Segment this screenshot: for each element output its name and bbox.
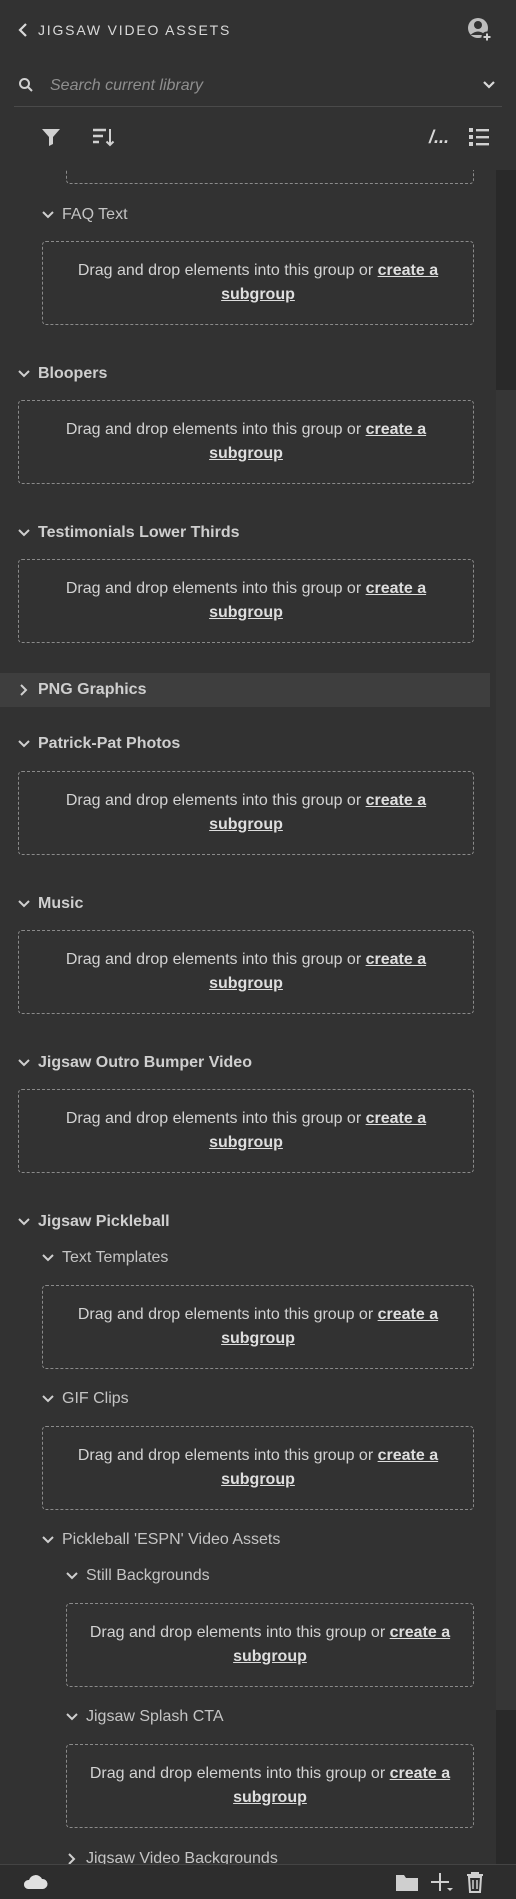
add-icon[interactable] <box>428 1871 454 1893</box>
scrollbar-thumb[interactable] <box>496 390 516 1710</box>
chevron-down-icon <box>16 1214 32 1230</box>
title-row: JIGSAW VIDEO ASSETS <box>0 0 516 60</box>
dropzone: Drag and drop elements into this group o… <box>66 1744 474 1828</box>
dropzone: Drag and drop elements into this group o… <box>42 241 474 325</box>
dropzone-text: Drag and drop elements into this group o… <box>65 792 366 809</box>
library-header: JIGSAW VIDEO ASSETS Search current libra… <box>0 0 516 168</box>
chevron-right-icon <box>64 1851 80 1864</box>
dropzone-text: Drag and drop elements into this group o… <box>65 1110 366 1127</box>
group-outro-bumper-video[interactable]: Jigsaw Outro Bumper Video <box>16 1050 252 1076</box>
chevron-down-icon <box>40 1391 56 1407</box>
trash-icon[interactable] <box>462 1871 488 1893</box>
new-folder-icon[interactable] <box>394 1871 420 1893</box>
dropzone-text: Drag and drop elements into this group o… <box>77 262 378 279</box>
library-title: JIGSAW VIDEO ASSETS <box>38 22 232 38</box>
chevron-down-icon <box>16 896 32 912</box>
group-still-backgrounds[interactable]: Still Backgrounds <box>64 1563 210 1589</box>
list-view-icon[interactable] <box>464 122 494 152</box>
group-label: Still Backgrounds <box>86 1567 210 1584</box>
dropzone-text: Drag and drop elements into this group o… <box>65 421 366 438</box>
group-label: PNG Graphics <box>38 681 147 698</box>
chevron-down-icon <box>64 1568 80 1584</box>
chevron-down-icon <box>16 525 32 541</box>
search-icon <box>18 77 34 93</box>
dropzone-text: Drag and drop elements into this group o… <box>77 1447 378 1464</box>
dropzone: Drag and drop elements into this group o… <box>18 930 474 1014</box>
group-bloopers[interactable]: Bloopers <box>16 361 107 387</box>
chevron-down-icon[interactable] <box>480 76 498 94</box>
group-label: Bloopers <box>38 365 108 382</box>
filter-icon[interactable] <box>36 122 66 152</box>
group-label: Text Templates <box>62 1249 169 1266</box>
dropzone: Drag and drop elements into this group o… <box>18 1089 474 1173</box>
group-espn-video-assets[interactable]: Pickleball 'ESPN' Video Assets <box>40 1527 280 1553</box>
group-label: Pickleball 'ESPN' Video Assets <box>62 1531 281 1548</box>
group-faq-text[interactable]: FAQ Text <box>40 202 128 228</box>
chevron-down-icon <box>40 1532 56 1548</box>
group-label: Music <box>38 895 84 912</box>
group-video-backgrounds[interactable]: Jigsaw Video Backgrounds <box>64 1846 278 1864</box>
path-icon[interactable]: /... <box>424 122 454 152</box>
dropzone-text: Drag and drop elements into this group o… <box>77 1306 378 1323</box>
account-plus-icon[interactable] <box>466 16 494 44</box>
footer-bar <box>0 1864 516 1899</box>
group-splash-cta[interactable]: Jigsaw Splash CTA <box>64 1704 224 1730</box>
dropzone-text: Drag and drop elements into this group o… <box>65 580 366 597</box>
group-jigsaw-pickleball[interactable]: Jigsaw Pickleball <box>16 1209 170 1235</box>
dropzone: Drag and drop elements into this group o… <box>18 559 474 643</box>
scrollbar-track[interactable] <box>496 170 516 1864</box>
chevron-right-icon <box>16 682 32 698</box>
dropzone: Drag and drop elements into this group o… <box>66 1603 474 1687</box>
group-label: Testimonials Lower Thirds <box>38 524 240 541</box>
group-label: GIF Clips <box>62 1390 129 1407</box>
groups-list: FAQ Text Drag and drop elements into thi… <box>0 170 496 1864</box>
group-png-graphics[interactable]: PNG Graphics <box>16 677 146 703</box>
group-patrick-pat-photos[interactable]: Patrick-Pat Photos <box>16 731 180 757</box>
search-bar <box>14 64 502 107</box>
group-label: Jigsaw Pickleball <box>38 1213 170 1230</box>
dropzone-text: Drag and drop elements into this group o… <box>65 951 366 968</box>
group-label: FAQ Text <box>62 206 128 223</box>
chevron-down-icon <box>40 1250 56 1266</box>
dropzone: Drag and drop elements into this group o… <box>42 1426 474 1510</box>
toolbar: /... <box>0 112 516 168</box>
dropzone: Drag and drop elements into this group o… <box>18 771 474 855</box>
chevron-down-icon <box>40 207 56 223</box>
group-testimonials-lower-thirds[interactable]: Testimonials Lower Thirds <box>16 520 240 546</box>
chevron-down-icon <box>16 366 32 382</box>
group-label: Jigsaw Outro Bumper Video <box>38 1054 252 1071</box>
dropzone: Drag and drop elements into this group o… <box>42 1285 474 1369</box>
chevron-down-icon <box>16 1055 32 1071</box>
chevron-left-icon[interactable] <box>14 18 34 42</box>
dropzone-text: Drag and drop elements into this group o… <box>89 1624 390 1641</box>
chevron-down-icon <box>16 736 32 752</box>
search-input[interactable] <box>48 72 452 100</box>
group-music[interactable]: Music <box>16 891 83 917</box>
cloud-icon[interactable] <box>20 1871 50 1893</box>
dropzone <box>66 170 474 184</box>
sort-icon[interactable] <box>88 122 118 152</box>
group-label: Patrick-Pat Photos <box>38 735 181 752</box>
path-label: /... <box>428 126 449 147</box>
group-text-templates[interactable]: Text Templates <box>40 1245 168 1271</box>
dropzone: Drag and drop elements into this group o… <box>18 400 474 484</box>
group-label: Jigsaw Video Backgrounds <box>86 1850 278 1864</box>
group-label: Jigsaw Splash CTA <box>86 1708 224 1725</box>
dropzone-text: Drag and drop elements into this group o… <box>89 1765 390 1782</box>
group-gif-clips[interactable]: GIF Clips <box>40 1386 129 1412</box>
chevron-down-icon <box>64 1709 80 1725</box>
